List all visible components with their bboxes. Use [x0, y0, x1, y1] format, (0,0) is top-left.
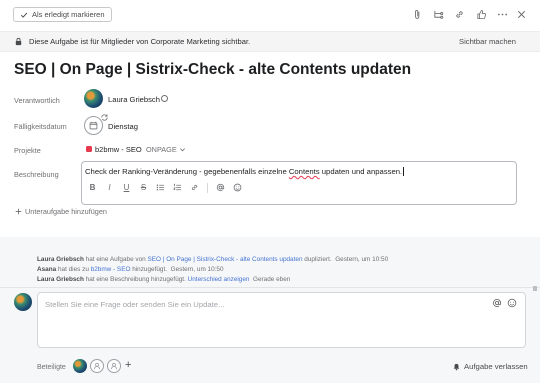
assignee-status-icon: [161, 95, 168, 102]
strikethrough-button[interactable]: S: [137, 182, 150, 193]
bell-icon: [453, 363, 460, 371]
visibility-text: Diese Aufgabe ist für Mitglieder von Cor…: [29, 37, 251, 46]
add-follower-avatar-icon[interactable]: [90, 359, 104, 373]
task-title[interactable]: SEO | On Page | Sistrix-Check - alte Con…: [14, 61, 411, 79]
emoji-icon[interactable]: [507, 298, 517, 308]
assignee-avatar[interactable]: [84, 89, 103, 108]
add-follower-button[interactable]: +: [125, 360, 131, 371]
close-icon[interactable]: [515, 8, 527, 20]
activity-user[interactable]: Laura Griebsch: [37, 256, 84, 263]
projects-label: Projekte: [14, 146, 41, 155]
activity-link[interactable]: SEO | On Page | Sistrix-Check - alte Con…: [148, 256, 303, 263]
add-subtask-label: Unteraufgabe hinzufügen: [25, 207, 107, 216]
link-icon[interactable]: [188, 182, 201, 193]
project-section-label: ONPAGE: [146, 145, 177, 154]
activity-user[interactable]: Asana: [37, 266, 56, 273]
leave-task-label: Aufgabe verlassen: [464, 362, 528, 371]
add-subtask-button[interactable]: Unteraufgabe hinzufügen: [15, 207, 107, 216]
activity-text: hinzugefügt.: [130, 266, 168, 273]
comment-actions: [492, 298, 517, 308]
thumbs-up-icon[interactable]: [475, 8, 487, 20]
emoji-icon[interactable]: [231, 182, 244, 193]
leave-task-button[interactable]: Aufgabe verlassen: [452, 362, 528, 371]
repeat-icon[interactable]: [100, 113, 109, 122]
activity-link[interactable]: b2bmw - SEO: [91, 266, 131, 273]
due-date-value[interactable]: Dienstag: [108, 122, 138, 131]
underline-button[interactable]: U: [120, 182, 133, 193]
text-caret: [403, 167, 405, 177]
toolbar-divider: [207, 182, 208, 193]
current-user-avatar: [14, 293, 32, 311]
more-icon[interactable]: [496, 8, 508, 20]
scrollbar-thumb[interactable]: [533, 286, 537, 291]
chevron-down-icon: [179, 148, 185, 152]
lock-icon: [15, 37, 22, 46]
activity-text: hat eine Aufgabe von: [83, 256, 148, 263]
activity-link[interactable]: Unterschied anzeigen: [188, 276, 250, 283]
project-section-select[interactable]: ONPAGE: [146, 145, 186, 154]
numbered-list-icon[interactable]: [171, 182, 184, 193]
due-date-label: Fälligkeitsdatum: [14, 122, 67, 131]
project-color-dot: [86, 146, 92, 152]
description-label: Beschreibung: [14, 170, 59, 179]
add-follower-avatar-icon[interactable]: [107, 359, 121, 373]
plus-icon: [15, 208, 22, 215]
make-public-link[interactable]: Sichtbar machen: [459, 37, 516, 46]
assignee-label: Verantwortlich: [14, 96, 60, 105]
activity-user[interactable]: Laura Griebsch: [37, 276, 84, 283]
bullet-list-icon[interactable]: [154, 182, 167, 193]
subtask-icon[interactable]: [432, 8, 444, 20]
comment-placeholder: Stellen Sie eine Frage oder senden Sie e…: [45, 300, 225, 309]
mark-complete-button[interactable]: Als erledigt markieren: [13, 7, 112, 22]
italic-button[interactable]: I: [103, 182, 116, 193]
activity-item: Asana hat dies zu b2bmw - SEO hinzugefüg…: [37, 266, 224, 273]
activity-time: Gestern, um 10:50: [335, 256, 389, 263]
format-toolbar: B I U S: [86, 182, 244, 193]
activity-time: Gestern, um 10:50: [170, 266, 224, 273]
visibility-banner: Diese Aufgabe ist für Mitglieder von Cor…: [0, 31, 540, 52]
project-name[interactable]: b2bmw - SEO: [95, 145, 142, 154]
paperclip-icon[interactable]: [411, 8, 423, 20]
activity-item: Laura Griebsch hat eine Beschreibung hin…: [37, 276, 290, 283]
link-icon[interactable]: [453, 8, 465, 20]
task-toolbar: Als erledigt markieren: [0, 0, 540, 30]
mention-icon[interactable]: [214, 182, 227, 193]
check-icon: [20, 12, 28, 18]
mention-icon[interactable]: [492, 298, 502, 308]
activity-text: hat dies zu: [56, 266, 91, 273]
activity-item: Laura Griebsch hat eine Aufgabe von SEO …: [37, 256, 388, 263]
mark-complete-label: Als erledigt markieren: [32, 10, 105, 19]
description-misspelled-word: Contents: [288, 167, 320, 176]
description-text-end: updaten und anpassen.: [319, 167, 403, 176]
activity-time: Gerade eben: [253, 276, 291, 283]
followers-label: Beteiligte: [37, 364, 66, 371]
description-text[interactable]: Check der Ranking-Veränderung - gegebene…: [85, 167, 405, 177]
bold-button[interactable]: B: [86, 182, 99, 193]
follower-avatar[interactable]: [73, 359, 87, 373]
activity-text: hat eine Beschreibung hinzugefügt.: [83, 276, 188, 283]
assignee-name[interactable]: Laura Griebsch: [108, 95, 160, 104]
activity-text: dupliziert.: [302, 256, 332, 263]
description-text-part: Check der Ranking-Veränderung - gegebene…: [85, 167, 289, 176]
